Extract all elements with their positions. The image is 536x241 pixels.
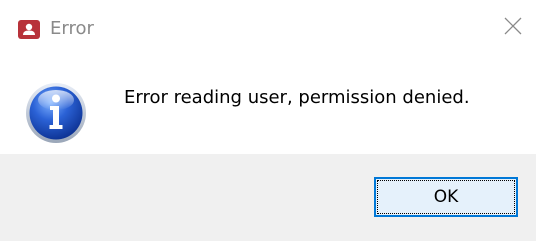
window-title: Error <box>50 18 94 39</box>
close-button[interactable] <box>490 4 536 52</box>
close-icon <box>504 17 522 39</box>
ok-button[interactable]: OK <box>374 177 518 217</box>
info-icon <box>24 81 88 145</box>
user-id-card-icon <box>18 20 40 39</box>
error-dialog: Error Error reading user, permission den… <box>0 0 536 241</box>
message-area: Error reading user, permission denied. <box>0 58 536 154</box>
error-message: Error reading user, permission denied. <box>124 87 470 108</box>
button-bar: OK <box>0 154 536 241</box>
title-bar[interactable]: Error <box>0 0 536 58</box>
